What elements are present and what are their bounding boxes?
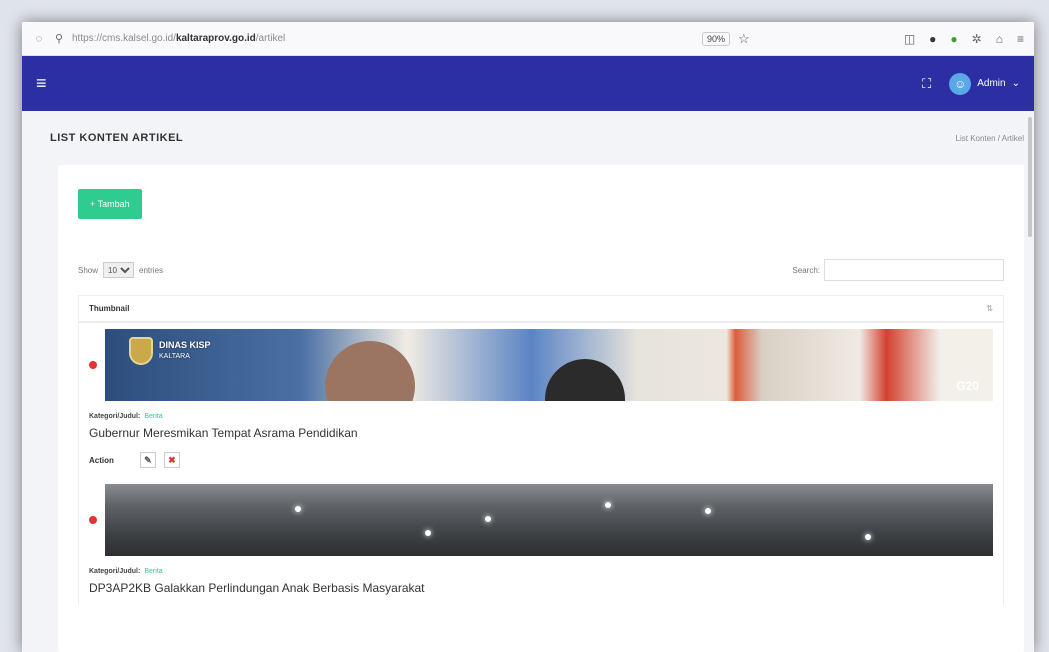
delete-button[interactable]: ✖ bbox=[163, 452, 180, 468]
browser-menu-icon[interactable]: ≡ bbox=[1017, 32, 1024, 46]
article-thumbnail bbox=[105, 484, 993, 556]
page-header: LIST KONTEN ARTIKEL List Konten / Artike… bbox=[50, 111, 1024, 165]
shield-icon[interactable]: ◌ bbox=[32, 33, 46, 45]
g20-logo: G20 bbox=[956, 379, 979, 393]
table-row: DINAS KISP KALTARA G20 Kategori/Judul: Be… bbox=[78, 323, 1004, 478]
action-label: Action bbox=[89, 455, 114, 465]
article-category: Kategori/Judul: Berita bbox=[89, 413, 163, 420]
user-menu[interactable]: ☺ Admin ⌄ bbox=[949, 72, 1020, 95]
expand-row-icon[interactable] bbox=[89, 516, 97, 524]
browser-window: ◌ ⚲ https://cms.kalsel.go.id/kaltaraprov… bbox=[22, 22, 1034, 652]
user-name: Admin bbox=[977, 78, 1006, 89]
search-input[interactable] bbox=[824, 259, 1004, 281]
extensions-bar: ◫ ● ● ✲ ⌂ ≡ bbox=[904, 32, 1024, 46]
extension-gear-icon[interactable]: ✲ bbox=[972, 32, 982, 46]
ceiling-light bbox=[425, 530, 431, 536]
thumbnail-cell bbox=[89, 484, 993, 556]
top-navbar: ≡ ⛶ ☺ Admin ⌄ bbox=[22, 56, 1034, 111]
show-label: Show bbox=[78, 265, 99, 275]
pocket-icon[interactable]: ◫ bbox=[904, 32, 915, 46]
pencil-icon: ✎ bbox=[144, 454, 152, 465]
logo-text: DINAS KISP KALTARA bbox=[159, 340, 211, 360]
article-thumbnail: DINAS KISP KALTARA G20 bbox=[105, 329, 993, 401]
table-tools: Show 10 entries Search: bbox=[78, 259, 1004, 281]
add-article-button[interactable]: + Tambah bbox=[78, 189, 142, 219]
ceiling-light bbox=[295, 506, 301, 512]
column-thumbnail: Thumbnail bbox=[89, 304, 130, 313]
article-title: Gubernur Meresmikan Tempat Asrama Pendid… bbox=[89, 426, 358, 440]
article-title: DP3AP2KB Galakkan Perlindungan Anak Berb… bbox=[89, 581, 425, 595]
chevron-down-icon: ⌄ bbox=[1011, 78, 1020, 89]
entries-select[interactable]: 10 bbox=[103, 262, 135, 278]
address-bar[interactable]: ◌ ⚲ https://cms.kalsel.go.id/kaltaraprov… bbox=[22, 22, 1034, 56]
close-icon: ✖ bbox=[168, 454, 176, 465]
entries-label: entries bbox=[139, 265, 164, 275]
library-icon[interactable]: ⌂ bbox=[996, 32, 1003, 46]
lock-icon: ⚲ bbox=[54, 33, 64, 45]
row-actions: Action ✎ ✖ bbox=[89, 452, 993, 468]
ceiling-light bbox=[605, 502, 611, 508]
search-box: Search: bbox=[792, 259, 1004, 281]
category-badge: Berita bbox=[144, 413, 163, 420]
ceiling-light bbox=[705, 508, 711, 514]
extension-green-icon[interactable]: ● bbox=[950, 32, 957, 46]
ceiling-light bbox=[485, 516, 491, 522]
page-title: LIST KONTEN ARTIKEL bbox=[50, 132, 184, 144]
table-row: Kategori/Judul: Berita DP3AP2KB Galakkan … bbox=[78, 478, 1004, 605]
sort-icon[interactable]: ⇅ bbox=[986, 304, 993, 313]
seal-icon bbox=[129, 337, 153, 365]
article-category: Kategori/Judul: Berita bbox=[89, 568, 163, 575]
zoom-level[interactable]: 90% bbox=[702, 31, 731, 46]
bookmark-star-icon[interactable]: ☆ bbox=[738, 31, 750, 47]
ceiling-light bbox=[865, 534, 871, 540]
expand-row-icon[interactable] bbox=[89, 361, 97, 369]
breadcrumb: List Konten / Artikel bbox=[955, 133, 1024, 143]
hamburger-menu-icon[interactable]: ≡ bbox=[36, 73, 47, 94]
category-badge: Berita bbox=[144, 568, 163, 575]
table-header[interactable]: Thumbnail ⇅ bbox=[78, 295, 1004, 323]
url-text[interactable]: https://cms.kalsel.go.id/kaltaraprov.go.… bbox=[72, 33, 632, 44]
thumbnail-cell: DINAS KISP KALTARA G20 bbox=[89, 329, 993, 401]
avatar: ☺ bbox=[949, 72, 972, 95]
article-list-card: + Tambah Show 10 entries Search: Thumbna… bbox=[58, 165, 1024, 652]
scrollbar[interactable] bbox=[1028, 117, 1032, 237]
dinas-logo: DINAS KISP KALTARA bbox=[129, 337, 211, 365]
extension-dark-icon[interactable]: ● bbox=[929, 32, 936, 46]
photo-person bbox=[325, 341, 415, 401]
photo-person bbox=[545, 359, 625, 401]
fullscreen-icon[interactable]: ⛶ bbox=[922, 76, 931, 92]
main-content: LIST KONTEN ARTIKEL List Konten / Artike… bbox=[22, 111, 1034, 652]
edit-button[interactable]: ✎ bbox=[139, 452, 156, 468]
search-label: Search: bbox=[792, 265, 820, 275]
